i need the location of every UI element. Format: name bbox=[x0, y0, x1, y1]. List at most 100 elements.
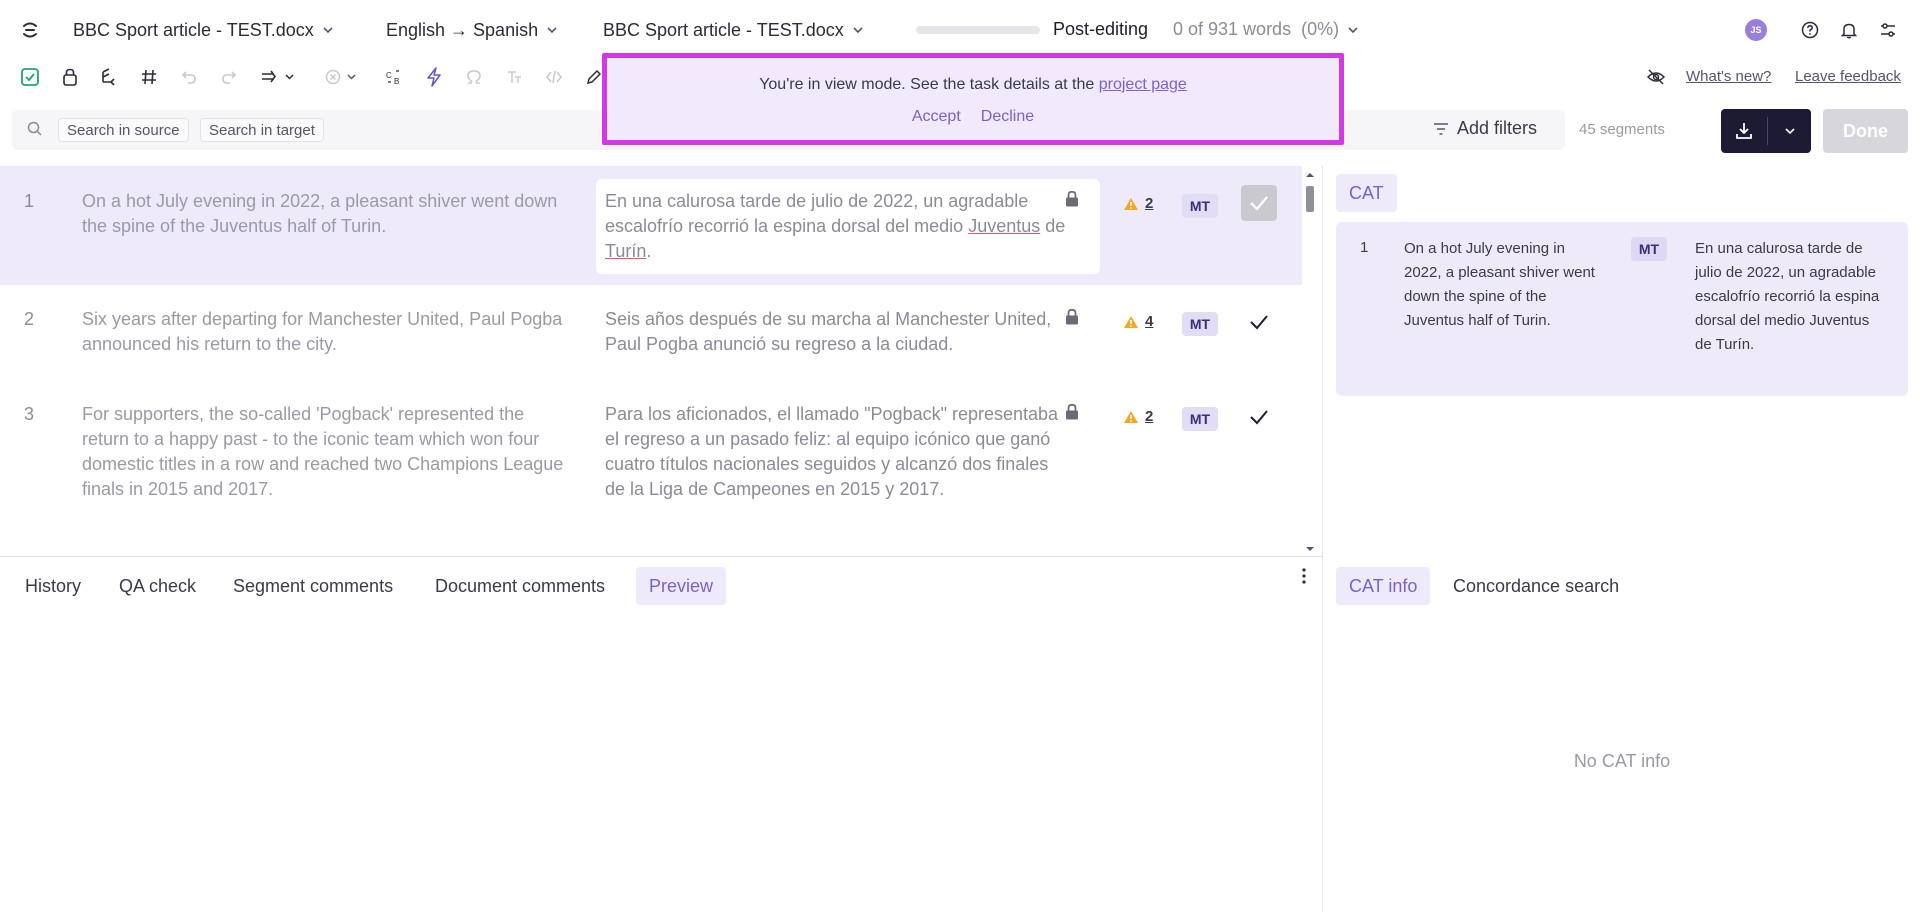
tab-segment-comments[interactable]: Segment comments bbox=[220, 567, 406, 605]
export-button[interactable] bbox=[1721, 109, 1811, 153]
horizontal-divider bbox=[0, 556, 1322, 557]
tab-preview[interactable]: Preview bbox=[636, 567, 727, 605]
download-icon[interactable] bbox=[1721, 109, 1767, 153]
add-filters-button[interactable]: Add filters bbox=[1433, 118, 1537, 139]
qa-warning-badge[interactable]: 2 bbox=[1123, 195, 1153, 212]
qa-warning-badge[interactable]: 4 bbox=[1123, 313, 1153, 330]
project-page-link[interactable]: project page bbox=[1099, 76, 1187, 93]
mt-badge: MT bbox=[1182, 312, 1218, 336]
warning-count: 2 bbox=[1145, 408, 1154, 425]
svg-text:B: B bbox=[394, 77, 399, 86]
segment-list: 1 On a hot July evening in 2022, a pleas… bbox=[0, 166, 1302, 556]
confirm-checkbox[interactable] bbox=[1241, 185, 1277, 221]
tab-qa-check[interactable]: QA check bbox=[106, 567, 209, 605]
accept-button[interactable]: Accept bbox=[912, 108, 961, 126]
avatar[interactable]: JS bbox=[1745, 19, 1767, 41]
done-button[interactable]: Done bbox=[1823, 109, 1908, 153]
settings-sliders-icon[interactable] bbox=[1877, 19, 1899, 41]
search-in-target-input[interactable]: Search in target bbox=[200, 118, 324, 142]
tab-history[interactable]: History bbox=[12, 567, 94, 605]
spelling-flag[interactable]: Turín bbox=[605, 241, 646, 261]
warning-icon bbox=[1124, 410, 1138, 423]
tab-document-comments[interactable]: Document comments bbox=[422, 567, 618, 605]
mode-label: Post-editing bbox=[1053, 19, 1149, 39]
target-text: En una calurosa tarde de julio de 2022, … bbox=[605, 191, 1029, 236]
export-options-dropdown[interactable] bbox=[1768, 109, 1811, 153]
chevron-down-icon bbox=[323, 27, 333, 34]
segment-row[interactable]: 1 On a hot July evening in 2022, a pleas… bbox=[0, 166, 1302, 285]
spelling-flag[interactable]: Juventus bbox=[968, 216, 1040, 236]
chevron-down-icon bbox=[1784, 128, 1795, 135]
lock-icon bbox=[1066, 403, 1078, 420]
segment-target[interactable]: Seis años después de su marcha al Manche… bbox=[605, 307, 1073, 357]
undo-icon[interactable] bbox=[178, 66, 200, 88]
confirm-segment-icon[interactable] bbox=[19, 66, 41, 88]
check-icon bbox=[1250, 315, 1268, 330]
confirm-checkbox[interactable] bbox=[1241, 399, 1277, 435]
segment-scrollbar[interactable] bbox=[1304, 170, 1316, 554]
warning-count: 4 bbox=[1145, 313, 1154, 330]
lightning-icon[interactable] bbox=[423, 66, 445, 88]
qa-warning-badge[interactable]: 2 bbox=[1123, 408, 1153, 425]
svg-text:C: C bbox=[386, 71, 392, 80]
special-characters-icon[interactable] bbox=[463, 66, 485, 88]
tags-icon[interactable] bbox=[543, 66, 565, 88]
hash-icon[interactable] bbox=[138, 66, 160, 88]
text-format-icon[interactable] bbox=[503, 66, 525, 88]
bell-icon[interactable] bbox=[1838, 19, 1860, 41]
words-progress-dropdown[interactable]: 0 of 931 words (0%) bbox=[1173, 19, 1359, 40]
whats-new-link[interactable]: What's new? bbox=[1686, 68, 1771, 85]
target-text: . bbox=[646, 241, 652, 261]
hide-eye-icon[interactable] bbox=[1645, 66, 1667, 88]
tab-cat-info[interactable]: CAT info bbox=[1336, 567, 1431, 605]
segment-row[interactable]: 3 For supporters, the so-called 'Pogback… bbox=[0, 380, 1302, 556]
lock-icon bbox=[1066, 308, 1078, 325]
search-icon[interactable] bbox=[26, 120, 44, 138]
search-in-source-input[interactable]: Search in source bbox=[58, 118, 189, 142]
tab-cat[interactable]: CAT bbox=[1336, 174, 1397, 212]
lock-icon[interactable] bbox=[59, 66, 81, 88]
help-icon[interactable] bbox=[1799, 19, 1821, 41]
banner-message: You're in view mode. See the task detail… bbox=[607, 76, 1339, 94]
leave-feedback-link[interactable]: Leave feedback bbox=[1795, 68, 1901, 85]
logo-icon[interactable] bbox=[20, 20, 40, 40]
decline-button[interactable]: Decline bbox=[981, 108, 1034, 126]
view-mode-banner: You're in view mode. See the task detail… bbox=[602, 53, 1344, 145]
chevron-down-icon bbox=[1348, 26, 1358, 33]
warning-icon bbox=[1124, 197, 1138, 210]
copy-source-icon[interactable] bbox=[98, 66, 120, 88]
redo-icon[interactable] bbox=[218, 66, 240, 88]
task-file-label: BBC Sport article - TEST.docx bbox=[603, 19, 844, 40]
lock-icon bbox=[1066, 190, 1078, 207]
segment-number: 1 bbox=[24, 191, 35, 211]
segment-target[interactable]: Para los aficionados, el llamado "Pogbac… bbox=[605, 402, 1073, 502]
more-options-icon[interactable] bbox=[1301, 566, 1307, 586]
scrollbar-thumb[interactable] bbox=[1306, 186, 1314, 212]
segment-source: For supporters, the so-called 'Pogback' … bbox=[82, 404, 564, 499]
top-bar: BBC Sport article - TEST.docx English → … bbox=[0, 0, 1920, 60]
segment-target[interactable]: En una calurosa tarde de julio de 2022, … bbox=[605, 189, 1073, 264]
change-case-icon[interactable]: CB bbox=[383, 66, 405, 88]
mt-badge: MT bbox=[1182, 194, 1218, 218]
mt-badge: MT bbox=[1631, 237, 1667, 261]
segment-source: Six years after departing for Manchester… bbox=[82, 309, 563, 354]
cat-match-card[interactable]: 1 On a hot July evening in 2022, a pleas… bbox=[1336, 222, 1908, 396]
segment-row[interactable]: 2 Six years after departing for Manchest… bbox=[0, 285, 1302, 380]
target-text: de bbox=[1040, 216, 1066, 236]
mt-badge: MT bbox=[1182, 407, 1218, 431]
add-filters-label: Add filters bbox=[1457, 118, 1538, 138]
banner-actions: Accept Decline bbox=[607, 108, 1339, 126]
chevron-down-icon bbox=[853, 27, 863, 34]
banner-text: You're in view mode. See the task detail… bbox=[759, 76, 1099, 93]
join-segments-dropdown[interactable] bbox=[258, 66, 298, 88]
clear-dropdown[interactable] bbox=[322, 66, 362, 88]
file-dropdown[interactable]: BBC Sport article - TEST.docx bbox=[73, 18, 334, 42]
task-file-dropdown[interactable]: BBC Sport article - TEST.docx bbox=[603, 18, 864, 42]
confirm-checkbox[interactable] bbox=[1241, 304, 1277, 340]
language-pair-dropdown[interactable]: English → Spanish bbox=[386, 18, 558, 42]
vertical-divider[interactable] bbox=[1322, 166, 1323, 912]
words-status: 0 of 931 words (0%) bbox=[1173, 19, 1340, 39]
tab-concordance-search[interactable]: Concordance search bbox=[1440, 567, 1632, 605]
scroll-arrows bbox=[1306, 173, 1314, 551]
segment-number: 2 bbox=[24, 309, 35, 329]
